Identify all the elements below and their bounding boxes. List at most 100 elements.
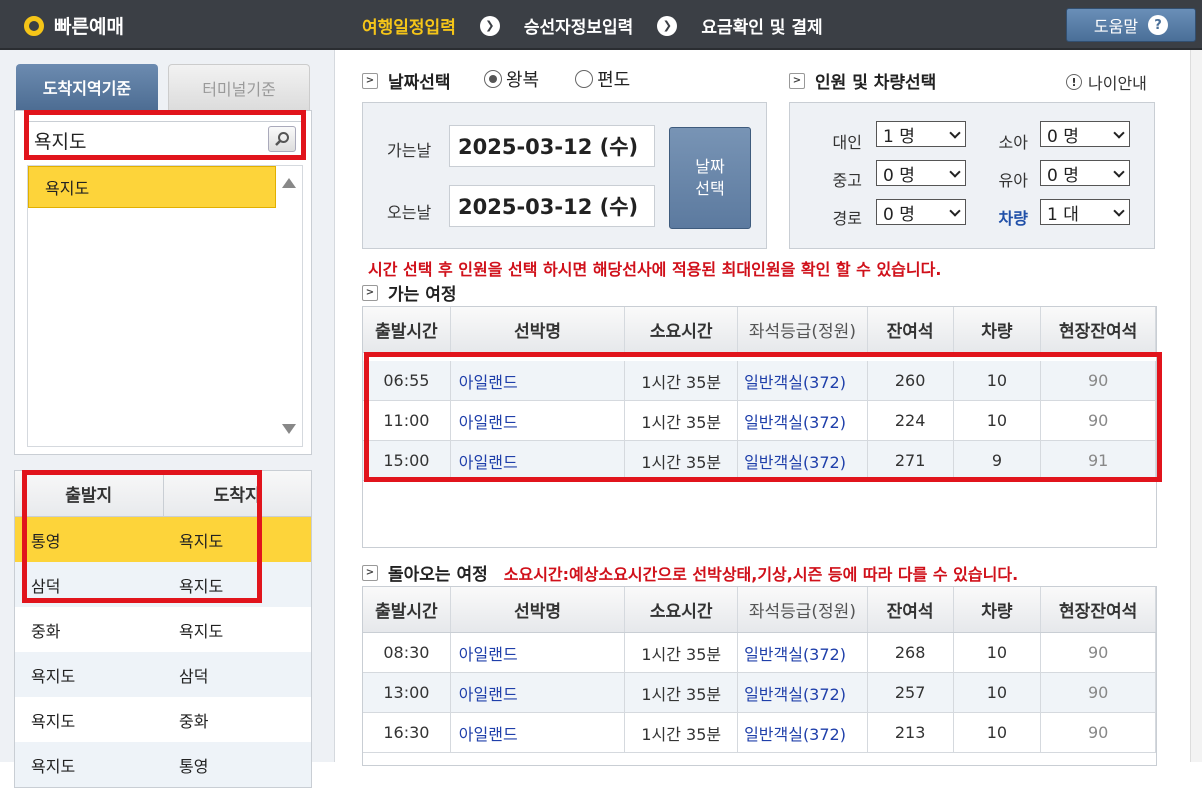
region-list: 욕지도 — [27, 165, 303, 447]
table-row[interactable]: 16:30 아일랜드 1시간 35분 일반객실(372) 213 10 90 — [363, 713, 1157, 753]
route-from: 욕지도 — [31, 711, 76, 731]
col-seat-class: 좌석등급(정원) — [738, 587, 868, 632]
col-departure-time: 출발시간 — [363, 307, 451, 352]
brand-circle-icon — [24, 15, 44, 36]
col-onsite-seats: 현장잔여석 — [1041, 307, 1156, 352]
cell-remaining: 213 — [868, 713, 954, 752]
scroll-up-icon[interactable] — [282, 178, 296, 188]
select-date-label-2: 선택 — [695, 179, 725, 198]
chevron-down-icon — [1113, 166, 1125, 178]
senior-select[interactable]: 0 명 — [876, 199, 966, 225]
col-vehicle: 차량 — [954, 307, 1042, 352]
route-to: 삼덕 — [179, 666, 209, 686]
cell-onsite: 90 — [1041, 713, 1157, 752]
cell-time: 13:00 — [363, 673, 451, 712]
people-section-title: > 인원 및 차량선택 — [789, 68, 936, 93]
help-label: 도움말 — [1093, 17, 1139, 36]
route-to: 중화 — [179, 711, 209, 731]
senior-label: 경로 — [832, 209, 862, 228]
scroll-down-icon[interactable] — [282, 424, 296, 434]
help-button[interactable]: 도움말 ? — [1066, 8, 1196, 42]
radio-one-way[interactable]: 편도 — [575, 66, 630, 92]
question-icon: ? — [1148, 15, 1169, 35]
chevron-right-icon: ❯ — [657, 15, 678, 36]
cell-seat-link[interactable]: 일반객실(372) — [738, 673, 868, 712]
inbound-title-label: 돌아오는 여정 — [388, 565, 488, 585]
cell-vehicle: 10 — [954, 673, 1042, 712]
duration-notice: 소요시간:예상소요시간으로 선박상태,기상,시즌 등에 따라 다를 수 있습니다… — [503, 564, 1019, 584]
page-scrollbar[interactable] — [1190, 50, 1202, 762]
route-row[interactable]: 욕지도 중화 — [15, 697, 311, 742]
col-ship-name: 선박명 — [451, 587, 626, 632]
cell-seat-link[interactable]: 일반객실(372) — [738, 633, 868, 672]
adult-label: 대인 — [832, 133, 862, 152]
outbound-section-title: > 가는 여정 — [362, 280, 456, 305]
route-row[interactable]: 욕지도 삼덕 — [15, 652, 311, 697]
student-value: 0 명 — [883, 165, 915, 186]
col-duration: 소요시간 — [625, 307, 739, 352]
col-remaining-seats: 잔여석 — [868, 587, 954, 632]
select-date-button[interactable]: 날짜 선택 — [669, 127, 751, 229]
cell-remaining: 268 — [868, 633, 954, 672]
route-to: 통영 — [179, 756, 209, 776]
radio-one-way-label: 편도 — [597, 70, 631, 91]
inbound-table-header: 출발시간 선박명 소요시간 좌석등급(정원) 잔여석 차량 현장잔여석 — [363, 587, 1156, 633]
col-ship-name: 선박명 — [451, 307, 626, 352]
route-from: 욕지도 — [31, 666, 76, 686]
cell-ship-link[interactable]: 아일랜드 — [451, 633, 626, 672]
max-capacity-notice: 시간 선택 후 인원을 선택 하시면 해당선사에 적용된 최대인원을 확인 할 … — [368, 260, 942, 279]
return-date-field[interactable]: 2025-03-12 (수) — [449, 185, 655, 227]
tab-terminal[interactable]: 터미널기준 — [168, 64, 310, 110]
people-section-label: 인원 및 차량선택 — [815, 73, 937, 93]
top-bar: 빠른예매 여행일정입력 ❯ 승선자정보입력 ❯ 요금확인 및 결제 도움말 ? — [0, 0, 1202, 50]
radio-round-trip[interactable]: 왕복 — [484, 66, 539, 92]
cell-ship-link[interactable]: 아일랜드 — [451, 673, 626, 712]
adult-select[interactable]: 1 명 — [876, 121, 966, 147]
cell-duration: 1시간 35분 — [625, 633, 739, 672]
inbound-section-title: > 돌아오는 여정 소요시간:예상소요시간으로 선박상태,기상,시즌 등에 따라… — [362, 560, 1018, 585]
chevron-right-icon: > — [362, 72, 378, 89]
chevron-right-icon: > — [789, 72, 805, 89]
cell-ship-link[interactable]: 아일랜드 — [451, 713, 626, 752]
child-select[interactable]: 0 명 — [1040, 121, 1130, 147]
route-from: 욕지도 — [31, 756, 76, 776]
age-info-label: 나이안내 — [1088, 74, 1147, 93]
student-select[interactable]: 0 명 — [876, 160, 966, 186]
outbound-highlight-box — [364, 352, 1162, 482]
region-search-panel: 욕지도 — [14, 110, 312, 455]
vehicle-value: 1 대 — [1047, 204, 1079, 225]
table-row[interactable]: 13:00 아일랜드 1시간 35분 일반객실(372) 257 10 90 — [363, 673, 1157, 713]
search-highlight-box — [24, 110, 306, 160]
app-title: 빠른예매 — [54, 16, 124, 38]
go-date-field[interactable]: 2025-03-12 (수) — [449, 125, 655, 167]
people-box: 대인 1 명 소아 0 명 중고 0 명 유아 0 명 경로 0 명 차량 1 … — [789, 102, 1155, 249]
student-label: 중고 — [832, 171, 862, 190]
region-item-yokjido[interactable]: 욕지도 — [28, 166, 276, 208]
route-row[interactable]: 중화 욕지도 — [15, 607, 311, 652]
infant-value: 0 명 — [1047, 165, 1079, 186]
age-info-link[interactable]: ! 나이안내 — [1066, 70, 1147, 94]
step-itinerary: 여행일정입력 — [362, 18, 456, 38]
chevron-down-icon — [949, 166, 961, 178]
cell-remaining: 257 — [868, 673, 954, 712]
route-row[interactable]: 욕지도 통영 — [15, 742, 311, 787]
senior-value: 0 명 — [883, 204, 915, 225]
cell-vehicle: 10 — [954, 713, 1042, 752]
cell-seat-link[interactable]: 일반객실(372) — [738, 713, 868, 752]
chevron-down-icon — [1113, 127, 1125, 139]
table-row[interactable]: 08:30 아일랜드 1시간 35분 일반객실(372) 268 10 90 — [363, 633, 1157, 673]
child-label: 소아 — [998, 133, 1028, 152]
radio-checked-icon — [484, 70, 502, 88]
radio-round-trip-label: 왕복 — [506, 70, 540, 91]
date-section-label: 날짜선택 — [388, 73, 451, 93]
vehicle-select[interactable]: 1 대 — [1040, 199, 1130, 225]
tab-arrival-region[interactable]: 도착지역기준 — [16, 64, 158, 110]
trip-type-group: 왕복 편도 — [484, 66, 630, 92]
chevron-right-icon: > — [362, 564, 378, 581]
infant-select[interactable]: 0 명 — [1040, 160, 1130, 186]
go-date-label: 가는날 — [387, 141, 432, 160]
col-remaining-seats: 잔여석 — [868, 307, 954, 352]
route-to: 욕지도 — [179, 621, 224, 641]
col-departure-time: 출발시간 — [363, 587, 451, 632]
cell-onsite: 90 — [1041, 633, 1157, 672]
